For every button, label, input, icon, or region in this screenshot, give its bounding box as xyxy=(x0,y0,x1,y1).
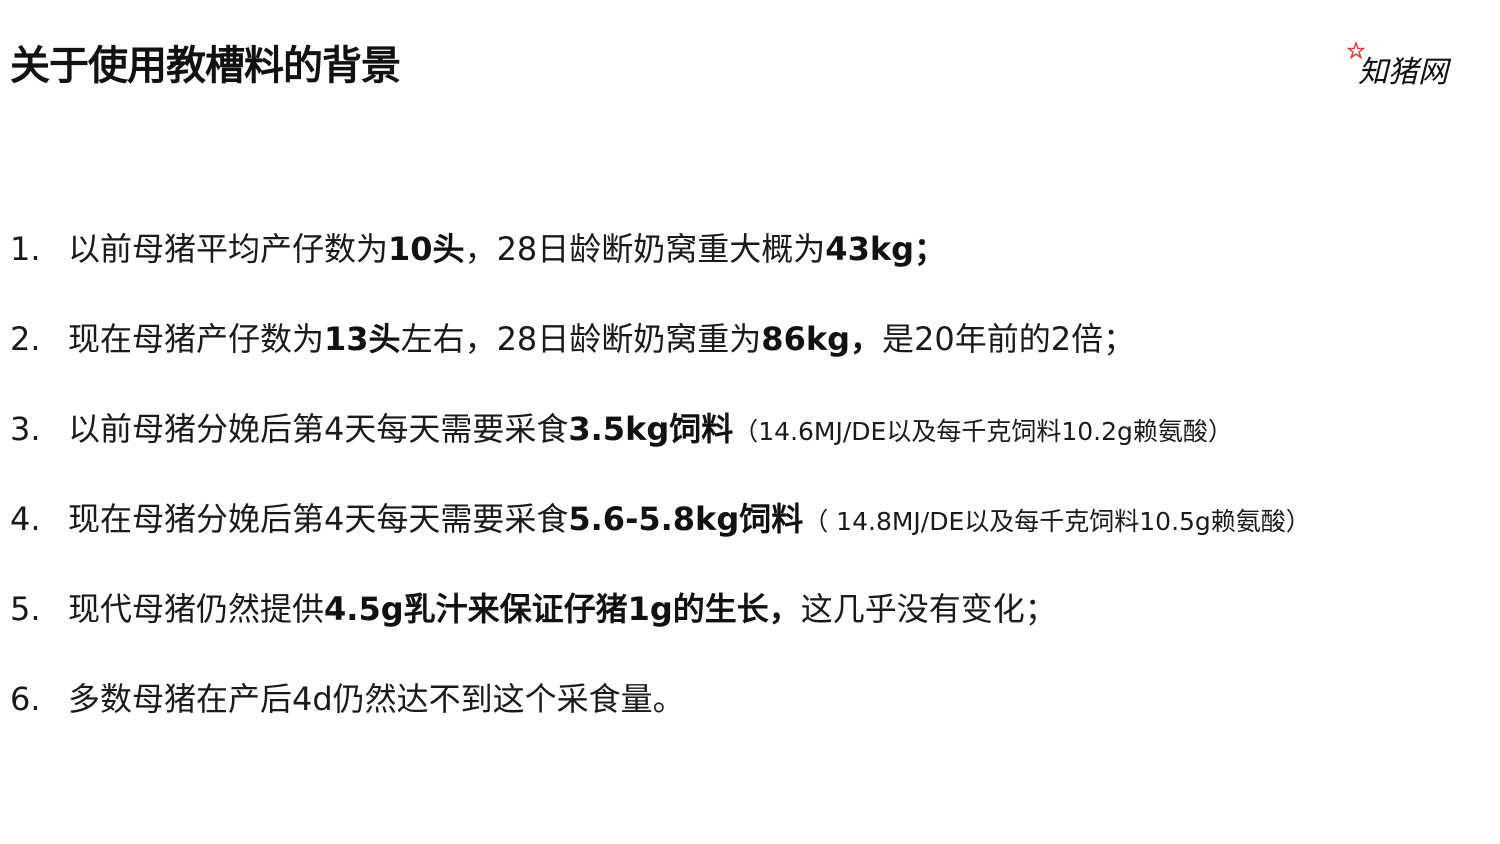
page-title: 关于使用教槽料的背景 xyxy=(10,43,401,89)
slide: 关于使用教槽料的背景 知猪网 1. 以前母猪平均产仔数为10头，28日龄断奶窝重大… xyxy=(0,0,1500,844)
text-segment: 现在母猪分娩后第4天每天需要采食 xyxy=(68,500,569,538)
list-item-text: 以前母猪平均产仔数为10头，28日龄断奶窝重大概为43kg； xyxy=(68,222,946,276)
text-segment: 这几乎没有变化； xyxy=(800,590,1057,628)
site-logo: 知猪网 xyxy=(1346,40,1452,90)
list-item-text: 多数母猪在产后4d仍然达不到这个采食量。 xyxy=(68,672,685,726)
bold-text: 5.6-5.8kg饲料 xyxy=(568,500,804,538)
bold-text: 13头 xyxy=(324,320,401,358)
list-item: 4. 现在母猪分娩后第4天每天需要采食5.6-5.8kg饲料（ 14.8MJ/DE… xyxy=(10,492,1311,582)
text-segment: 以前母猪平均产仔数为 xyxy=(68,230,389,268)
text-segment: 是20年前的2倍； xyxy=(882,320,1136,358)
bold-text: 43kg； xyxy=(825,230,947,268)
text-segment: 现在母猪产仔数为 xyxy=(68,320,325,358)
list-item: 5. 现代母猪仍然提供4.5g乳汁来保证仔猪1g的生长，这几乎没有变化； xyxy=(10,582,1311,672)
bold-text: 86kg， xyxy=(761,320,883,358)
list-item-text: 现代母猪仍然提供4.5g乳汁来保证仔猪1g的生长，这几乎没有变化； xyxy=(68,582,1057,636)
list-item-text: 现在母猪分娩后第4天每天需要采食5.6-5.8kg饲料（ 14.8MJ/DE以及… xyxy=(68,492,1311,549)
list-item-text: 现在母猪产仔数为13头左右，28日龄断奶窝重为86kg，是20年前的2倍； xyxy=(68,312,1135,366)
list-item: 6. 多数母猪在产后4d仍然达不到这个采食量。 xyxy=(10,672,1311,762)
note-text: （ 14.8MJ/DE以及每千克饲料10.5g赖氨酸） xyxy=(803,507,1311,536)
list-item-number: 6. xyxy=(10,680,41,718)
text-segment: 以前母猪分娩后第4天每天需要采食 xyxy=(68,410,569,448)
list-item-number: 2. xyxy=(10,320,41,358)
text-segment: 左右，28日龄断奶窝重为 xyxy=(400,320,762,358)
list-item: 1. 以前母猪平均产仔数为10头，28日龄断奶窝重大概为43kg； xyxy=(10,222,1311,312)
list-item-number: 1. xyxy=(10,230,41,268)
list-item-number: 3. xyxy=(10,410,41,448)
list-item-number: 4. xyxy=(10,500,41,538)
list-item: 3. 以前母猪分娩后第4天每天需要采食3.5kg饲料（14.6MJ/DE以及每千克… xyxy=(10,402,1311,492)
background-list: 1. 以前母猪平均产仔数为10头，28日龄断奶窝重大概为43kg； 2. 现在母猪产仔… xyxy=(10,222,1311,762)
bold-text: 3.5kg饲料 xyxy=(568,410,734,448)
text-segment: 现代母猪仍然提供 xyxy=(68,590,325,628)
logo-text: 知猪网 xyxy=(1358,55,1452,90)
note-text: （14.6MJ/DE以及每千克饲料10.2g赖氨酸） xyxy=(733,417,1233,446)
list-item-number: 5. xyxy=(10,590,41,628)
bold-text: 4.5g乳汁来保证仔猪1g的生长， xyxy=(324,590,801,628)
bold-text: 10头 xyxy=(388,230,465,268)
list-item: 2. 现在母猪产仔数为13头左右，28日龄断奶窝重为86kg，是20年前的2倍； xyxy=(10,312,1311,402)
list-item-text: 以前母猪分娩后第4天每天需要采食3.5kg饲料（14.6MJ/DE以及每千克饲料… xyxy=(68,402,1233,459)
text-segment: ，28日龄断奶窝重大概为 xyxy=(464,230,826,268)
text-segment: 多数母猪在产后4d仍然达不到这个采食量。 xyxy=(68,680,685,718)
